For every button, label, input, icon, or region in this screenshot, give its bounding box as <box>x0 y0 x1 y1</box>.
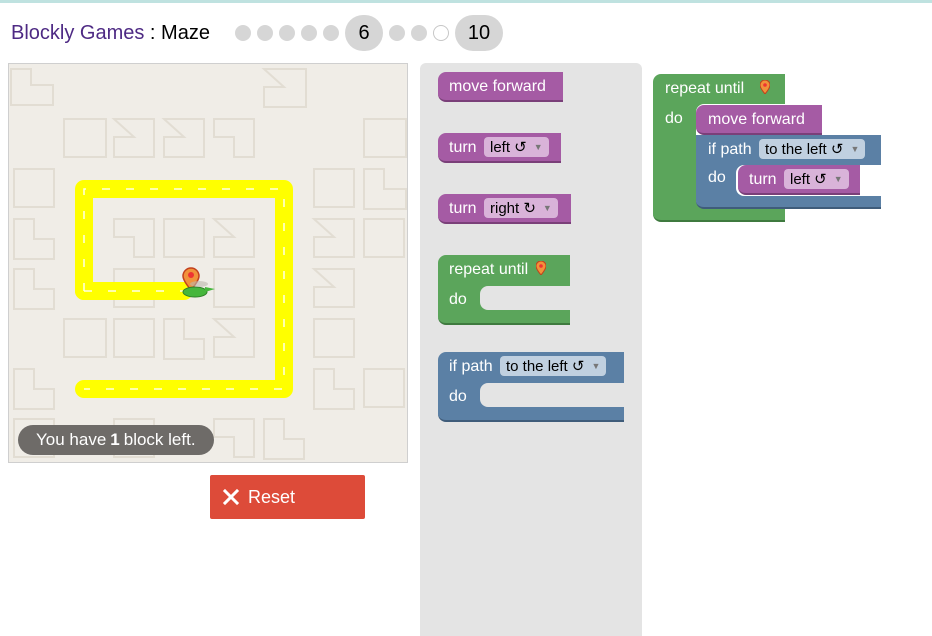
turn-direction-value: left ↺ <box>790 171 827 188</box>
chevron-down-icon: ▼ <box>850 144 860 154</box>
chevron-down-icon: ▼ <box>533 142 543 152</box>
marker-icon <box>760 80 770 94</box>
workspace-move-forward-block[interactable]: move forward <box>696 105 822 135</box>
page-title: Blockly Games : Maze <box>11 22 210 45</box>
path-direction-value: to the left ↺ <box>765 141 844 158</box>
turn-label: turn <box>749 171 777 188</box>
turn-direction-dropdown[interactable]: left ↺ ▼ <box>484 137 549 157</box>
message-suffix: block left. <box>123 430 196 449</box>
do-label: do <box>449 388 467 405</box>
x-icon <box>222 488 240 506</box>
turn-label: turn <box>449 139 477 156</box>
path-direction-dropdown[interactable]: to the left ↺ ▼ <box>759 139 866 159</box>
path-direction-value: to the left ↺ <box>506 358 585 375</box>
level-dot-1[interactable] <box>235 25 251 41</box>
toolbox-repeat-until-block[interactable]: repeat until do <box>438 255 570 325</box>
path-direction-dropdown[interactable]: to the left ↺ ▼ <box>500 356 607 376</box>
maze-wall-tiles <box>10 68 407 460</box>
maze-board <box>8 63 408 463</box>
title-separator: : <box>144 22 162 44</box>
reset-button[interactable]: Reset <box>210 475 365 519</box>
blocks-left-count: 1 <box>110 430 120 449</box>
blocks-left-message: You have 1 block left. <box>18 425 214 455</box>
if-path-label: if path <box>708 141 752 158</box>
level-dot-4[interactable] <box>301 25 317 41</box>
turn-direction-dropdown[interactable]: right ↻ ▼ <box>484 198 558 218</box>
repeat-until-label: repeat until <box>449 261 529 278</box>
level-current[interactable]: 6 <box>345 15 383 51</box>
if-path-label: if path <box>449 358 493 375</box>
chevron-down-icon: ▼ <box>591 361 601 371</box>
statement-slot <box>480 383 624 407</box>
toolbox-move-forward-block[interactable]: move forward <box>438 72 563 102</box>
toolbox-if-path-block[interactable]: if path to the left ↺ ▼ do <box>438 352 624 422</box>
toolbox-turn-right-block[interactable]: turn right ↻ ▼ <box>438 194 571 224</box>
repeat-until-label: repeat until <box>665 80 745 97</box>
move-forward-label: move forward <box>708 111 805 128</box>
level-selector: 6 10 <box>235 15 509 51</box>
maze-svg <box>10 68 407 460</box>
statement-slot <box>480 286 570 310</box>
level-dot-2[interactable] <box>257 25 273 41</box>
do-label: do <box>708 169 726 186</box>
move-forward-label: move forward <box>449 78 546 95</box>
header: Blockly Games : Maze 6 10 <box>0 0 932 64</box>
level-dot-9[interactable] <box>433 25 449 41</box>
level-last[interactable]: 10 <box>455 15 503 51</box>
message-prefix: You have <box>36 430 107 449</box>
turn-label: turn <box>449 200 477 217</box>
toolbox: move forward turn left ↺ ▼ turn right ↻ ▼ … <box>420 63 642 636</box>
reset-label: Reset <box>248 486 296 507</box>
game-title: Maze <box>161 22 210 44</box>
workspace[interactable]: repeat until do move forward if path to … <box>642 63 932 636</box>
level-dot-8[interactable] <box>411 25 427 41</box>
level-dot-7[interactable] <box>389 25 405 41</box>
turn-direction-value: right ↻ <box>490 200 536 217</box>
chevron-down-icon: ▼ <box>833 174 843 184</box>
level-dot-5[interactable] <box>323 25 339 41</box>
toolbox-turn-left-block[interactable]: turn left ↺ ▼ <box>438 133 561 163</box>
chevron-down-icon: ▼ <box>542 203 552 213</box>
workspace-turn-left-block[interactable]: turn left ↺ ▼ <box>738 165 860 195</box>
turn-direction-dropdown[interactable]: left ↺ ▼ <box>784 169 849 189</box>
level-dot-3[interactable] <box>279 25 295 41</box>
do-label: do <box>665 110 683 127</box>
turn-direction-value: left ↺ <box>490 139 527 156</box>
marker-icon <box>536 261 546 275</box>
app-title-link[interactable]: Blockly Games <box>11 22 144 44</box>
do-label: do <box>449 291 467 308</box>
